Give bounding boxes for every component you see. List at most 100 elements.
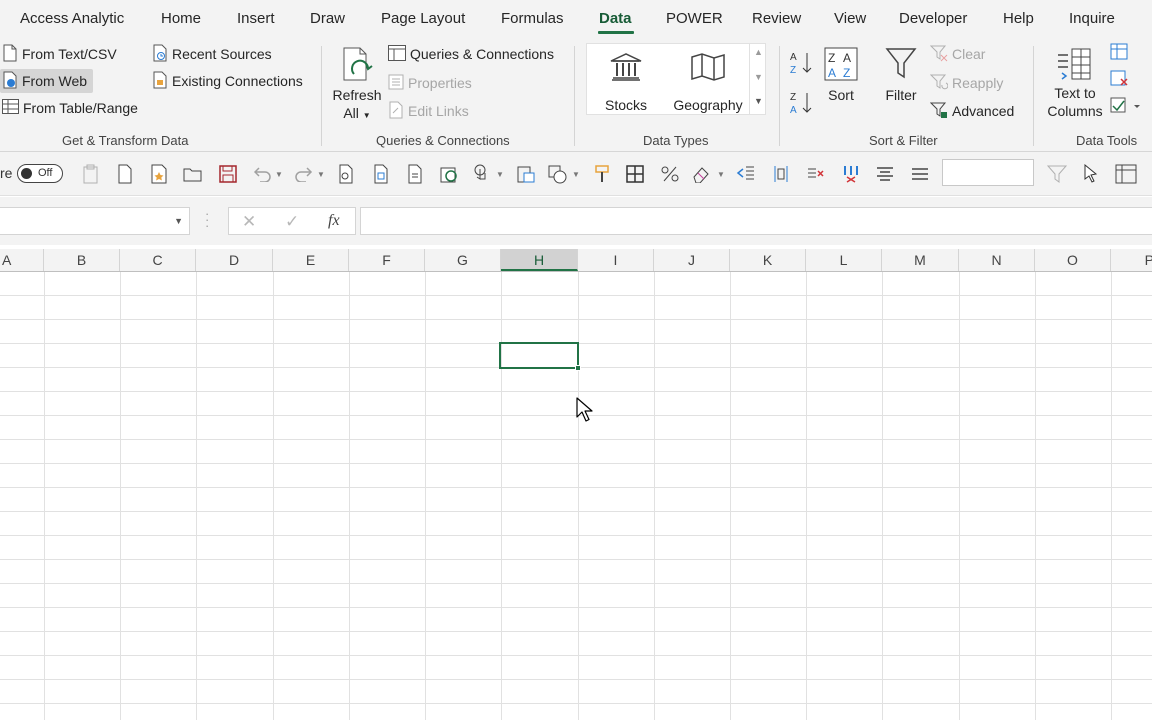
pivot-table-icon[interactable] <box>1115 163 1137 185</box>
tab-page-layout[interactable]: Page Layout <box>381 10 465 27</box>
touch-mode-icon[interactable] <box>470 163 492 185</box>
clear-filter-button[interactable]: Clear <box>929 43 985 65</box>
sort-a-to-z-button[interactable]: AZ <box>790 50 814 81</box>
autosave-toggle[interactable]: Off <box>17 164 63 183</box>
tab-formulas[interactable]: Formulas <box>501 10 564 27</box>
percent-style-icon[interactable] <box>659 163 681 185</box>
filter-button[interactable]: Filter <box>880 44 922 104</box>
tab-data[interactable]: Data <box>599 10 632 27</box>
remove-duplicates-button[interactable] <box>1110 70 1130 93</box>
scroll-down-icon[interactable]: ▼ <box>754 72 763 82</box>
tab-home[interactable]: Home <box>161 10 201 27</box>
enter-entry-button[interactable]: ✓ <box>285 212 299 232</box>
from-text-csv-button[interactable]: From Text/CSV <box>2 43 117 65</box>
filter-qat-icon[interactable] <box>1046 163 1068 185</box>
cancel-entry-button[interactable]: ✕ <box>242 212 256 232</box>
column-header-d[interactable]: D <box>196 249 273 271</box>
data-validation-button[interactable] <box>1110 97 1144 120</box>
redo-icon[interactable] <box>293 163 315 185</box>
clear-formats-icon[interactable] <box>690 163 712 185</box>
save-icon[interactable] <box>217 163 239 185</box>
existing-connections-button[interactable]: Existing Connections <box>152 70 303 92</box>
column-header-n[interactable]: N <box>959 249 1035 271</box>
refresh-dropdown-icon[interactable]: ▼ <box>363 111 371 120</box>
active-cell[interactable] <box>499 342 579 369</box>
touch-mode-dropdown-icon[interactable]: ▼ <box>496 170 504 179</box>
format-painter-icon[interactable] <box>591 163 613 185</box>
column-header-c[interactable]: C <box>120 249 196 271</box>
sort-z-to-a-button[interactable]: ZA <box>790 90 814 121</box>
gallery-more-icon[interactable]: ▼ <box>754 96 763 106</box>
remove-columns-icon[interactable] <box>840 163 862 185</box>
new-file-icon[interactable] <box>114 163 136 185</box>
new-from-template-icon[interactable] <box>148 163 170 185</box>
advanced-filter-button[interactable]: Advanced <box>929 100 1014 122</box>
resize-handle-icon[interactable]: · · · <box>205 207 209 232</box>
tab-help[interactable]: Help <box>1003 10 1034 27</box>
name-box[interactable]: ▼ <box>0 207 190 235</box>
tab-power[interactable]: POWER <box>666 10 723 27</box>
column-header-f[interactable]: F <box>349 249 425 271</box>
tab-review[interactable]: Review <box>752 10 801 27</box>
column-header-h[interactable]: H <box>501 249 578 271</box>
stocks-button[interactable]: Stocks <box>596 52 656 114</box>
properties-button[interactable]: Properties <box>388 72 472 94</box>
refresh-all-qat-icon[interactable] <box>438 163 460 185</box>
flash-fill-button[interactable] <box>1110 43 1130 66</box>
tab-view[interactable]: View <box>834 10 866 27</box>
open-folder-icon[interactable] <box>182 163 204 185</box>
refresh-all-button[interactable]: Refresh All ▼ <box>330 44 384 125</box>
reapply-button[interactable]: Reapply <box>929 72 1003 94</box>
align-justify-icon[interactable] <box>909 163 931 185</box>
column-header-k[interactable]: K <box>730 249 806 271</box>
qat-input-box[interactable] <box>942 159 1034 186</box>
undo-dropdown-icon[interactable]: ▼ <box>275 170 283 179</box>
print-preview-icon[interactable] <box>335 163 357 185</box>
tab-draw[interactable]: Draw <box>310 10 345 27</box>
paste-special-icon[interactable] <box>515 163 537 185</box>
delete-cells-icon[interactable] <box>805 163 827 185</box>
paste-icon[interactable] <box>80 163 102 185</box>
column-header-i[interactable]: I <box>578 249 654 271</box>
tab-insert[interactable]: Insert <box>237 10 275 27</box>
worksheet-grid[interactable] <box>0 272 1152 720</box>
tab-access-analytic[interactable]: Access Analytic <box>20 10 124 27</box>
column-header-o[interactable]: O <box>1035 249 1111 271</box>
recent-sources-button[interactable]: Recent Sources <box>152 43 272 65</box>
distribute-icon[interactable] <box>770 163 792 185</box>
shapes-icon[interactable] <box>547 163 569 185</box>
borders-icon[interactable] <box>624 163 646 185</box>
column-header-p[interactable]: P <box>1111 249 1152 271</box>
fill-handle[interactable] <box>575 365 581 371</box>
decrease-indent-icon[interactable] <box>735 163 757 185</box>
column-header-j[interactable]: J <box>654 249 730 271</box>
data-types-gallery-scroll[interactable]: ▲ ▼ ▼ <box>749 43 766 115</box>
column-header-g[interactable]: G <box>425 249 501 271</box>
tab-developer[interactable]: Developer <box>899 10 967 27</box>
scroll-up-icon[interactable]: ▲ <box>754 47 763 57</box>
column-header-e[interactable]: E <box>273 249 349 271</box>
shapes-dropdown-icon[interactable]: ▼ <box>572 170 580 179</box>
column-header-l[interactable]: L <box>806 249 882 271</box>
geography-button[interactable]: Geography <box>668 52 748 114</box>
undo-icon[interactable] <box>251 163 273 185</box>
from-table-range-button[interactable]: From Table/Range <box>2 97 138 119</box>
print-icon[interactable] <box>404 163 426 185</box>
queries-connections-button[interactable]: Queries & Connections <box>388 43 554 65</box>
column-header-m[interactable]: M <box>882 249 959 271</box>
sort-button[interactable]: ZAAZ Sort <box>820 44 862 104</box>
clear-dropdown-icon[interactable]: ▼ <box>717 170 725 179</box>
name-box-dropdown-icon[interactable]: ▼ <box>174 216 183 226</box>
insert-function-button[interactable]: fx <box>328 212 340 230</box>
align-center-icon[interactable] <box>874 163 896 185</box>
text-to-columns-button[interactable]: Text to Columns <box>1042 44 1108 120</box>
page-setup-icon[interactable] <box>370 163 392 185</box>
from-web-button[interactable]: From Web <box>0 69 94 93</box>
select-objects-icon[interactable] <box>1080 163 1102 185</box>
column-header-b[interactable]: B <box>44 249 120 271</box>
tab-inquire[interactable]: Inquire <box>1069 10 1115 27</box>
edit-links-button[interactable]: Edit Links <box>388 100 469 122</box>
redo-dropdown-icon[interactable]: ▼ <box>317 170 325 179</box>
formula-input[interactable] <box>360 207 1152 235</box>
column-header-a[interactable]: A <box>0 249 44 271</box>
